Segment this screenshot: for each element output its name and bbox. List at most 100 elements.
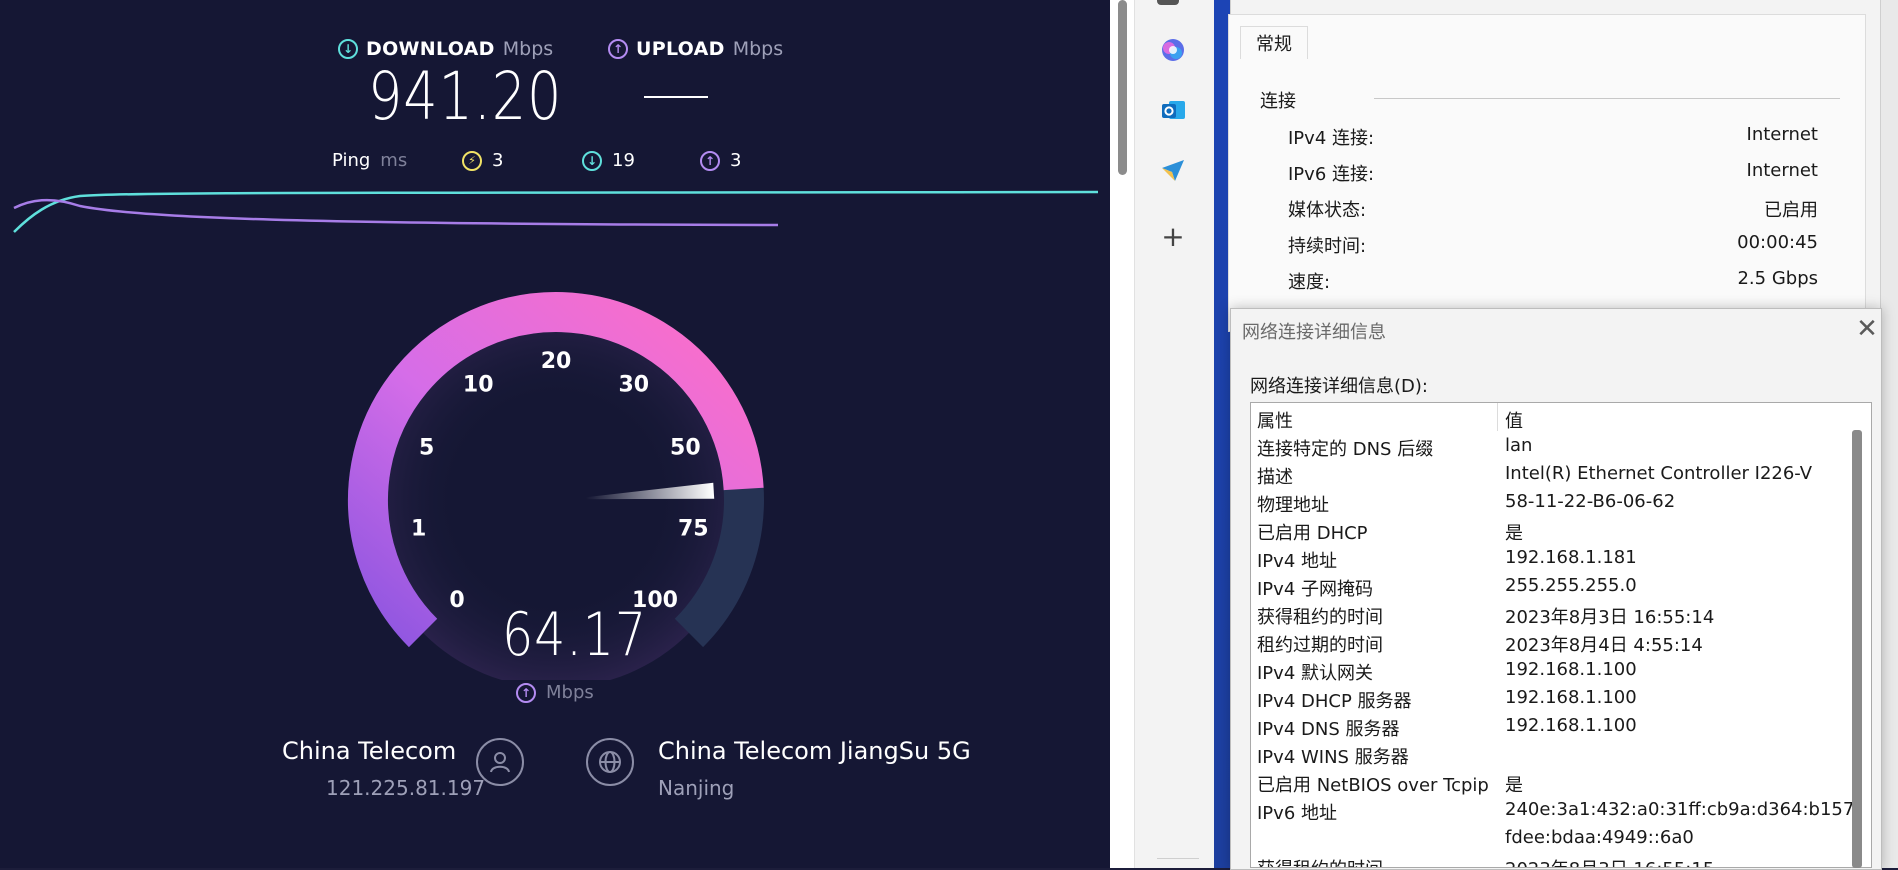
download-value: 941.20 xyxy=(368,58,563,135)
close-icon[interactable]: ✕ xyxy=(1850,314,1884,344)
ping-upload: ↑ 3 xyxy=(700,150,741,171)
gauge-tick-label: 75 xyxy=(678,516,709,541)
property-label: IPv6 连接: xyxy=(1288,164,1375,185)
isp-ip: 121.225.81.197 xyxy=(326,776,486,800)
ping-download: ↓ 19 xyxy=(582,150,635,171)
send-icon[interactable] xyxy=(1157,154,1189,186)
column-header-property[interactable]: 属性 xyxy=(1257,407,1293,433)
current-speed-unit-row: ↑ Mbps xyxy=(516,682,594,703)
gauge-tick-label: 50 xyxy=(670,435,701,460)
row-value: 是 xyxy=(1505,523,1523,544)
ping-upload-value: 3 xyxy=(730,150,742,171)
row-property: IPv4 DNS 服务器 xyxy=(1257,719,1400,740)
section-connection-title: 连接 xyxy=(1260,91,1296,112)
isp-name: China Telecom xyxy=(282,737,457,765)
details-list[interactable]: 属性 值 连接特定的 DNS 后缀 lan 描述 Intel(R) Ethernet … xyxy=(1250,402,1872,868)
speed-history-graph xyxy=(13,190,1099,233)
server-name[interactable]: China Telecom JiangSu 5G xyxy=(658,737,971,765)
row-property: 已启用 NetBIOS over Tcpip xyxy=(1257,775,1489,796)
section-divider xyxy=(1374,98,1840,99)
property-row: IPv4 连接: Internet xyxy=(1288,124,1818,150)
row-property: 描述 xyxy=(1257,467,1293,488)
lightning-circle-icon: ⚡ xyxy=(462,150,482,171)
row-value: 2023年8月3日 16:55:15 xyxy=(1505,855,1714,867)
ping-unit: ms xyxy=(380,150,408,171)
row-property: 物理地址 xyxy=(1257,495,1329,516)
gauge-tick-label: 20 xyxy=(541,349,572,374)
row-value: fdee:bdaa:4949::6a0 xyxy=(1505,827,1694,848)
row-property: 获得租约的时间 xyxy=(1257,855,1383,867)
download-unit: Mbps xyxy=(502,38,554,60)
row-value: 2023年8月3日 16:55:14 xyxy=(1505,607,1715,628)
current-speed-unit: Mbps xyxy=(546,682,594,703)
change-server-button[interactable] xyxy=(586,738,634,786)
row-value: 192.168.1.100 xyxy=(1505,659,1637,680)
sidebar-divider xyxy=(1157,858,1199,859)
server-location: Nanjing xyxy=(658,776,735,800)
ping-label-row: Ping ms xyxy=(332,150,407,171)
speedtest-panel: ↓ DOWNLOAD Mbps 941.20 ↑ UPLOAD Mbps Pin… xyxy=(0,0,1110,868)
gauge-tick-label: 30 xyxy=(618,373,649,398)
row-property: IPv4 WINS 服务器 xyxy=(1257,747,1409,768)
gauge-tick-label: 5 xyxy=(419,435,434,460)
row-value: lan xyxy=(1505,435,1533,456)
copilot-icon[interactable] xyxy=(1157,34,1189,66)
arrow-down-circle-icon: ↓ xyxy=(582,150,602,171)
row-property: 已启用 DHCP xyxy=(1257,523,1368,544)
arrow-up-circle-icon: ↑ xyxy=(700,150,720,171)
property-value: 00:00:45 xyxy=(1737,232,1818,253)
profile-icon[interactable] xyxy=(1157,0,1179,5)
column-header-value[interactable]: 值 xyxy=(1505,407,1523,433)
property-value: 2.5 Gbps xyxy=(1737,268,1818,289)
user-icon xyxy=(490,752,510,773)
property-row: 持续时间: 00:00:45 xyxy=(1288,232,1818,258)
globe-icon xyxy=(599,751,621,773)
row-value: 2023年8月4日 4:55:14 xyxy=(1505,635,1703,656)
download-header: ↓ DOWNLOAD Mbps xyxy=(338,38,553,60)
row-value: 192.168.1.100 xyxy=(1505,687,1637,708)
upload-value-dash xyxy=(644,96,708,98)
row-value: Intel(R) Ethernet Controller I226-V xyxy=(1505,463,1813,484)
outlook-icon[interactable] xyxy=(1157,94,1189,126)
ping-download-value: 19 xyxy=(612,150,635,171)
ping-idle-value: 3 xyxy=(492,150,504,171)
column-separator[interactable] xyxy=(1497,403,1498,431)
property-label: IPv4 连接: xyxy=(1288,128,1375,149)
row-property: IPv4 DHCP 服务器 xyxy=(1257,691,1412,712)
add-icon[interactable]: + xyxy=(1157,220,1189,253)
arrow-up-circle-icon: ↑ xyxy=(516,682,536,703)
gauge-tick-label: 10 xyxy=(463,373,494,398)
row-property: 租约过期的时间 xyxy=(1257,635,1383,656)
row-property: IPv4 地址 xyxy=(1257,551,1337,572)
ping-label: Ping xyxy=(332,150,371,171)
property-value: Internet xyxy=(1746,160,1818,181)
row-property: IPv4 子网掩码 xyxy=(1257,579,1373,600)
upload-unit: Mbps xyxy=(732,38,784,60)
property-value: Internet xyxy=(1746,124,1818,145)
user-account-button[interactable] xyxy=(476,738,524,786)
details-scrollbar-thumb[interactable] xyxy=(1852,430,1862,868)
row-property: 连接特定的 DNS 后缀 xyxy=(1257,439,1434,460)
gauge-tick-label: 0 xyxy=(449,588,464,613)
gauge-tick-label: 1 xyxy=(411,516,426,541)
property-value: 已启用 xyxy=(1764,200,1818,221)
dialog-title: 网络连接详细信息 xyxy=(1242,322,1386,343)
download-history-line xyxy=(13,190,1099,233)
row-value: 192.168.1.100 xyxy=(1505,715,1637,736)
row-value: 240e:3a1:432:a0:31ff:cb9a:d364:b157 xyxy=(1505,799,1855,820)
window-right-edge xyxy=(1880,0,1898,868)
row-property: 获得租约的时间 xyxy=(1257,607,1383,628)
page-scrollbar-thumb[interactable] xyxy=(1118,0,1127,175)
arrow-up-circle-icon: ↑ xyxy=(608,39,628,59)
browser-sidebar: + xyxy=(1134,0,1215,868)
row-value: 255.255.255.0 xyxy=(1505,575,1637,596)
row-property: IPv6 地址 xyxy=(1257,803,1337,824)
property-row: 媒体状态: 已启用 xyxy=(1288,196,1818,222)
property-row: IPv6 连接: Internet xyxy=(1288,160,1818,186)
property-label: 速度: xyxy=(1288,272,1331,293)
tab-general[interactable]: 常规 xyxy=(1240,26,1308,59)
upload-header: ↑ UPLOAD Mbps xyxy=(608,38,783,60)
details-caption: 网络连接详细信息(D): xyxy=(1250,376,1428,397)
row-value: 58-11-22-B6-06-62 xyxy=(1505,491,1676,512)
upload-label: UPLOAD xyxy=(636,38,725,60)
